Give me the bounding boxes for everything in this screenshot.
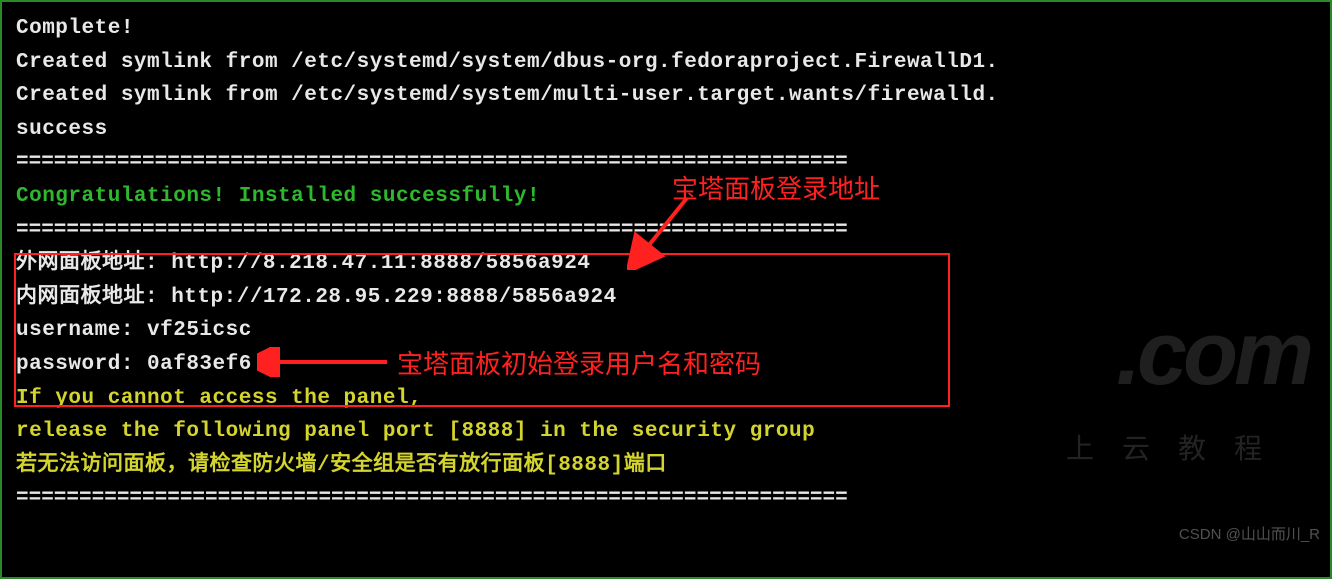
terminal-line-symlink2: Created symlink from /etc/systemd/system… [16,79,1316,113]
terminal-line-external-url: 外网面板地址: http://8.218.47.11:8888/5856a924 [16,247,1316,281]
watermark-brand: .com [1116,282,1310,426]
terminal-line-symlink1: Created symlink from /etc/systemd/system… [16,46,1316,80]
watermark-attribution: CSDN @山山而川_R [1179,523,1320,547]
terminal-line-success: success [16,113,1316,147]
annotation-login-url: 宝塔面板登录地址 [672,169,880,211]
terminal-line-congrats: Congratulations! Installed successfully! [16,180,1316,214]
terminal-line-complete: Complete! [16,12,1316,46]
annotation-credentials: 宝塔面板初始登录用户名和密码 [397,344,761,386]
watermark-tagline: 上云教程 [1066,427,1290,472]
separator-line-1: ========================================… [16,146,1316,180]
separator-line-2: ========================================… [16,214,1316,248]
separator-line-3: ========================================… [16,482,1316,516]
